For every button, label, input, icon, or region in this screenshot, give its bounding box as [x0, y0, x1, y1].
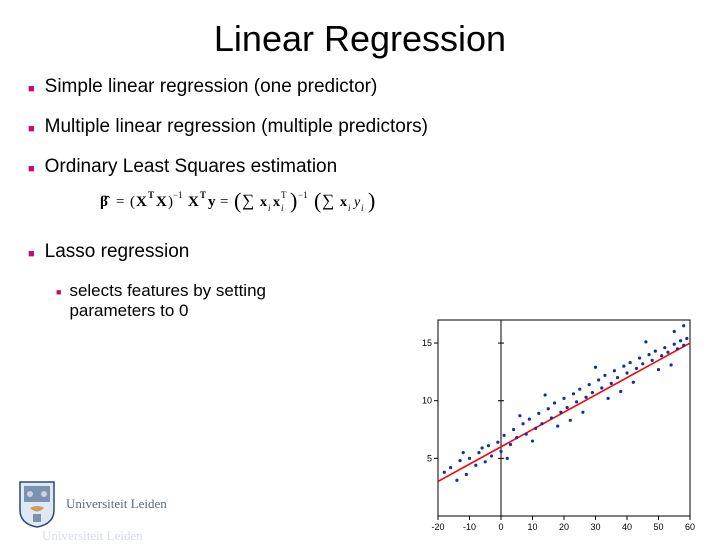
- ols-formula: β̂ = ( X T X ) −1 X T y = ( ∑ x i x i T …: [100, 186, 692, 223]
- svg-text:=: =: [220, 194, 228, 210]
- svg-text:x: x: [260, 195, 267, 210]
- bullet-icon: ■: [28, 123, 35, 135]
- svg-text:T: T: [281, 190, 287, 200]
- bullet-lasso: ■ Lasso regression: [28, 241, 692, 263]
- bullet-text: Lasso regression: [45, 241, 190, 263]
- svg-text:(: (: [130, 194, 135, 210]
- shield-icon: [18, 480, 56, 528]
- sub-bullet-text: selects features by setting parameters t…: [69, 281, 349, 321]
- svg-text:x: x: [340, 195, 347, 210]
- scatter-svg: -20 -10 0 10 20 30 40 50 60 5 10 15: [408, 314, 696, 534]
- logo-label: Universiteit Leiden: [66, 496, 167, 512]
- svg-text:60: 60: [685, 522, 695, 532]
- svg-text:): ): [368, 188, 375, 213]
- svg-text:5: 5: [427, 453, 432, 463]
- svg-text:x: x: [273, 195, 280, 210]
- slide-title: Linear Regression: [0, 0, 720, 76]
- bullet-text: Ordinary Least Squares estimation: [45, 156, 338, 178]
- bullet-text: Multiple linear regression (multiple pre…: [45, 116, 428, 138]
- svg-text:-10: -10: [463, 522, 476, 532]
- svg-text:y: y: [352, 195, 361, 210]
- bullet-list: ■ Simple linear regression (one predicto…: [0, 76, 720, 321]
- bullet-icon: ■: [28, 248, 35, 260]
- scatter-plot: -20 -10 0 10 20 30 40 50 60 5 10 15: [408, 314, 696, 534]
- svg-text:(: (: [234, 188, 241, 213]
- formula-svg: β̂ = ( X T X ) −1 X T y = ( ∑ x i x i T …: [100, 186, 430, 218]
- svg-text:i: i: [281, 203, 284, 213]
- svg-text:(: (: [314, 188, 321, 213]
- bullet-text: Simple linear regression (one predictor): [45, 76, 378, 98]
- svg-text:T: T: [148, 190, 154, 200]
- svg-text:−1: −1: [173, 190, 183, 200]
- svg-text:15: 15: [422, 338, 432, 348]
- bullet-ols: ■ Ordinary Least Squares estimation: [28, 156, 692, 178]
- svg-text:=: =: [116, 194, 124, 210]
- svg-text:-20: -20: [431, 522, 444, 532]
- svg-text:∑: ∑: [322, 191, 334, 210]
- svg-text:i: i: [348, 203, 351, 213]
- svg-text:−1: −1: [298, 190, 308, 200]
- logo-label-ghost: Universiteit Leiden: [42, 528, 143, 544]
- svg-text:y: y: [208, 194, 216, 210]
- svg-text:X: X: [188, 194, 199, 210]
- svg-text:): ): [290, 188, 297, 213]
- bullet-icon: ■: [28, 83, 35, 95]
- svg-text:X: X: [156, 194, 167, 210]
- svg-text:20: 20: [559, 522, 569, 532]
- bullet-multiple-linear: ■ Multiple linear regression (multiple p…: [28, 116, 692, 138]
- svg-text:∑: ∑: [242, 191, 254, 210]
- svg-text:30: 30: [590, 522, 600, 532]
- svg-text:40: 40: [622, 522, 632, 532]
- svg-text:0: 0: [498, 522, 503, 532]
- bullet-icon: ■: [28, 163, 35, 175]
- svg-text:T: T: [200, 190, 206, 200]
- svg-text:10: 10: [527, 522, 537, 532]
- svg-text:i: i: [361, 203, 364, 213]
- svg-text:β̂: β̂: [100, 194, 111, 210]
- svg-text:i: i: [268, 203, 271, 213]
- university-logo: Universiteit Leiden: [18, 480, 167, 528]
- bullet-icon: ■: [56, 287, 61, 297]
- svg-text:50: 50: [653, 522, 663, 532]
- bullet-simple-linear: ■ Simple linear regression (one predicto…: [28, 76, 692, 98]
- svg-text:X: X: [136, 194, 147, 210]
- svg-text:10: 10: [422, 396, 432, 406]
